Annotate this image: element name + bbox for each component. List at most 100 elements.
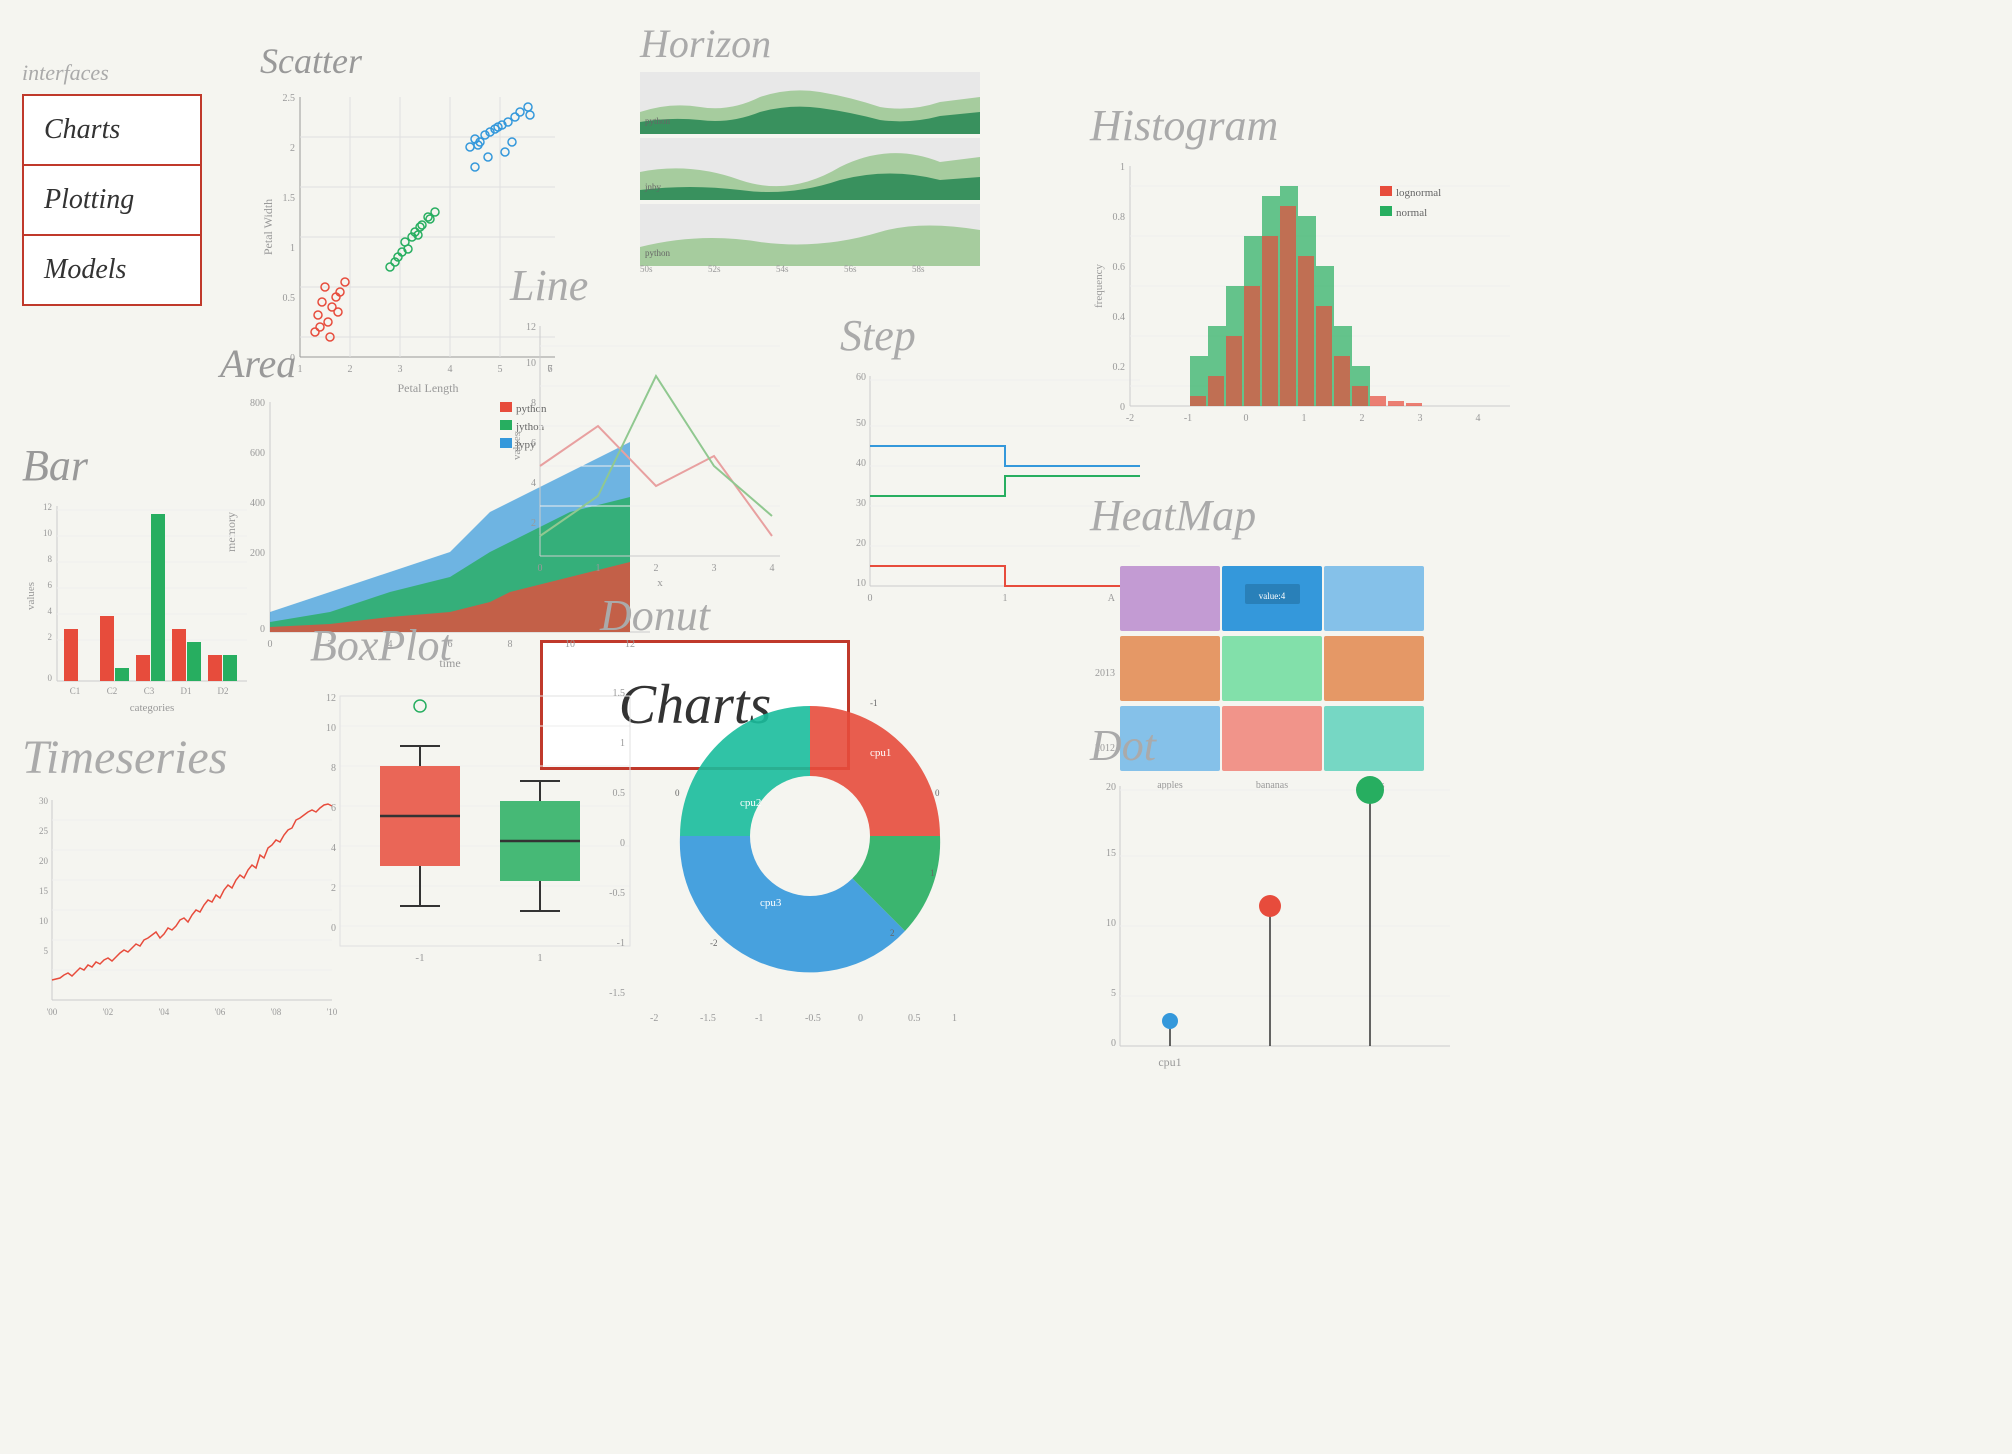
sidebar-box: Charts Plotting Models [22,94,202,306]
timeseries-title: Timeseries [22,730,342,785]
horizon-chart: python jnby python 50s 52s 54s 56s 58s [640,72,980,272]
svg-text:-1: -1 [870,698,878,708]
timeseries-section: Timeseries 30 25 20 15 10 5 '00 '02 '04 … [22,730,342,1045]
svg-text:8: 8 [531,398,536,409]
svg-text:2.5: 2.5 [283,93,296,104]
svg-text:30: 30 [856,498,866,509]
sidebar-item-models[interactable]: Models [24,236,200,304]
svg-text:10: 10 [1106,918,1116,929]
svg-text:value:4: value:4 [1259,591,1286,601]
sidebar-item-plotting[interactable]: Plotting [24,166,200,236]
svg-text:cpu2: cpu2 [740,797,761,809]
svg-text:15: 15 [39,886,49,896]
svg-text:10: 10 [39,916,49,926]
svg-text:frequency: frequency [1093,264,1105,308]
svg-text:cpu1: cpu1 [870,747,891,759]
svg-text:1: 1 [537,952,543,964]
svg-text:0: 0 [331,923,336,934]
svg-text:1: 1 [952,1013,957,1024]
svg-text:600: 600 [250,448,265,459]
svg-text:-1: -1 [755,1013,763,1024]
svg-text:cpu3: cpu3 [760,897,782,909]
svg-text:6: 6 [48,580,53,590]
svg-text:2: 2 [890,928,895,938]
svg-text:8: 8 [331,763,336,774]
svg-text:0.6: 0.6 [1113,262,1126,273]
svg-text:0.8: 0.8 [1113,212,1126,223]
svg-text:1: 1 [620,738,625,749]
svg-text:'10: '10 [327,1007,338,1017]
svg-text:20: 20 [1106,782,1116,793]
svg-text:jnby: jnby [644,182,662,192]
svg-text:2: 2 [290,143,295,154]
svg-text:'06: '06 [215,1007,226,1017]
sidebar-label: interfaces [22,60,202,86]
svg-text:D1: D1 [181,686,192,696]
bar-title: Bar [22,440,252,491]
svg-text:-2: -2 [1126,413,1134,424]
svg-text:0: 0 [48,673,53,683]
svg-text:-2: -2 [710,938,718,948]
svg-text:0: 0 [620,838,625,849]
sidebar-item-charts[interactable]: Charts [24,96,200,166]
svg-text:2: 2 [48,632,53,642]
svg-text:50: 50 [856,418,866,429]
scatter-title: Scatter [260,40,560,82]
svg-text:800: 800 [250,398,265,409]
svg-text:12: 12 [43,502,52,512]
svg-text:2: 2 [331,883,336,894]
boxplot-section: BoxPlot 12 10 8 6 4 2 0 [310,620,650,1001]
svg-text:5: 5 [44,946,49,956]
histogram-title: Histogram [1090,100,1530,151]
svg-text:3: 3 [712,563,717,574]
svg-text:1: 1 [290,243,295,254]
svg-text:python: python [645,248,671,258]
horizon-section: Horizon python jnby python 50s 52s 54s 5… [640,20,980,277]
svg-text:-1.5: -1.5 [609,988,625,999]
svg-text:-0.5: -0.5 [805,1013,821,1024]
svg-text:2: 2 [531,518,536,529]
svg-text:0: 0 [675,788,680,798]
svg-text:4: 4 [48,606,53,616]
dot-title: Dot [1090,720,1470,771]
svg-text:cpu1: cpu1 [1158,1055,1181,1069]
svg-text:2: 2 [1360,413,1365,424]
svg-text:'02: '02 [103,1007,114,1017]
svg-text:1: 1 [1003,593,1008,604]
svg-text:0: 0 [260,624,265,635]
sidebar: interfaces Charts Plotting Models [22,60,202,306]
svg-text:3: 3 [1418,413,1423,424]
svg-text:10: 10 [856,578,866,589]
donut-chart: 1.5 1 0.5 0 -0.5 -1 -1.5 -2 -1.5 -1 -0.5… [600,646,980,1026]
svg-text:4: 4 [331,843,336,854]
svg-text:1.5: 1.5 [283,193,296,204]
svg-text:C2: C2 [107,686,118,696]
svg-text:'04: '04 [159,1007,170,1017]
timeseries-chart: 30 25 20 15 10 5 '00 '02 '04 '06 '08 '10 [22,790,342,1040]
svg-text:0.2: 0.2 [1113,362,1126,373]
svg-text:A: A [1108,593,1116,604]
dot-chart: 20 15 10 5 0 cpu1 [1090,776,1470,1096]
svg-text:12: 12 [526,322,536,333]
svg-text:2: 2 [654,563,659,574]
heatmap-title: HeatMap [1090,490,1490,541]
svg-text:0: 0 [858,1013,863,1024]
svg-text:0: 0 [1111,1038,1116,1049]
svg-text:1: 1 [1120,162,1125,173]
svg-text:0.5: 0.5 [283,293,296,304]
bar-chart: 12 10 8 6 4 2 0 C1 C2 C3 D1 D2 [22,496,252,716]
svg-text:5: 5 [1111,988,1116,999]
svg-text:C3: C3 [144,686,155,696]
svg-text:6: 6 [531,438,536,449]
svg-text:x: x [657,577,663,589]
histogram-chart: 1 0.8 0.6 0.4 0.2 0 -2 -1 0 1 2 3 4 freq… [1090,156,1530,456]
svg-text:400: 400 [250,498,265,509]
svg-text:0: 0 [1244,413,1249,424]
svg-text:58s: 58s [912,264,925,272]
svg-text:4: 4 [531,478,536,489]
svg-text:values: values [25,582,37,610]
svg-text:10: 10 [326,723,336,734]
svg-text:10: 10 [526,358,536,369]
line-chart: 12 10 8 6 4 2 0 1 2 3 4 x values [510,316,790,596]
line-title: Line [510,260,790,311]
